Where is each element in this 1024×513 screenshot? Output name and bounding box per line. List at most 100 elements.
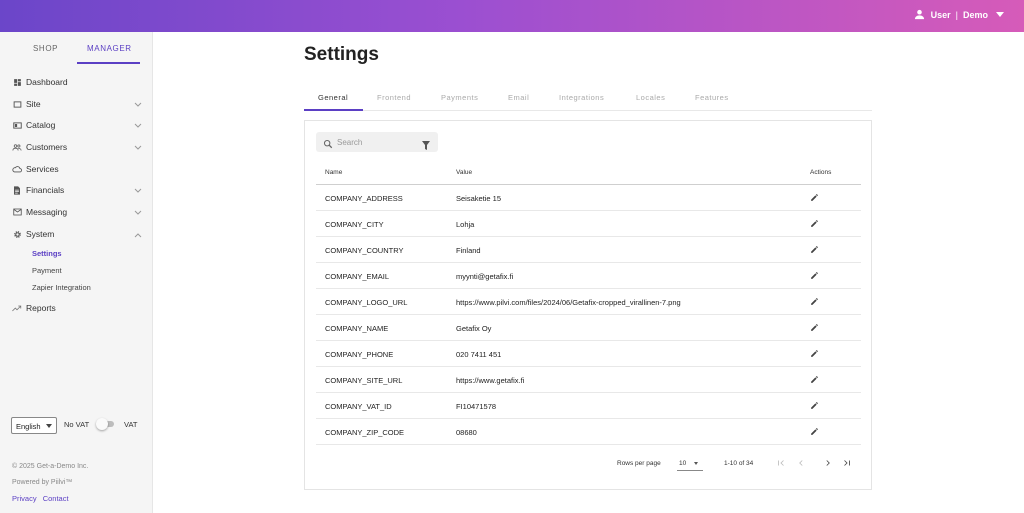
table-row: COMPANY_COUNTRY Finland xyxy=(316,237,861,263)
sidebar-subitem-payment[interactable]: Payment xyxy=(32,266,62,275)
chevron-down-icon xyxy=(134,100,142,110)
table-row: COMPANY_EMAIL myynti@getafix.fi xyxy=(316,263,861,289)
sidebar-item-system[interactable]: System xyxy=(12,227,144,241)
sidebar-tabs: SHOP MANAGER xyxy=(0,32,153,64)
no-vat-label: No VAT xyxy=(64,420,90,429)
column-header-name[interactable]: Name xyxy=(325,169,342,176)
page-title: Settings xyxy=(304,44,379,65)
setting-name: COMPANY_NAME xyxy=(325,324,389,333)
setting-name: COMPANY_PHONE xyxy=(325,350,394,359)
table-row: COMPANY_LOGO_URL https://www.pilvi.com/f… xyxy=(316,289,861,315)
setting-name: COMPANY_ADDRESS xyxy=(325,194,403,203)
tab-locales[interactable]: Locales xyxy=(636,93,665,102)
copyright-text: © 2025 Get-a-Demo Inc. xyxy=(12,463,89,470)
rows-per-page-underline xyxy=(677,470,703,471)
filter-icon[interactable] xyxy=(422,137,430,155)
contact-link[interactable]: Contact xyxy=(43,494,69,503)
setting-value: Getafix Oy xyxy=(456,324,492,333)
setting-name: COMPANY_CITY xyxy=(325,220,384,229)
sidebar-item-dashboard[interactable]: Dashboard xyxy=(12,75,144,89)
setting-value: myynti@getafix.fi xyxy=(456,272,514,281)
rows-per-page-label: Rows per page xyxy=(617,460,661,467)
edit-icon[interactable] xyxy=(810,427,819,438)
settings-table-card: Search Name Value Actions COMPANY_ADDRES… xyxy=(304,120,872,490)
tab-payments[interactable]: Payments xyxy=(441,93,478,102)
last-page-icon[interactable] xyxy=(842,458,852,470)
previous-page-icon[interactable] xyxy=(796,458,806,470)
sidebar-item-site[interactable]: Site xyxy=(12,97,144,111)
edit-icon[interactable] xyxy=(810,375,819,386)
main-content: Settings General Frontend Payments Email… xyxy=(153,32,1024,513)
edit-icon[interactable] xyxy=(810,245,819,256)
edit-icon[interactable] xyxy=(810,271,819,282)
tab-frontend[interactable]: Frontend xyxy=(377,93,411,102)
gear-icon xyxy=(12,229,22,239)
search-input[interactable]: Search xyxy=(316,132,438,152)
edit-icon[interactable] xyxy=(810,401,819,412)
user-label: User xyxy=(930,9,951,20)
first-page-icon[interactable] xyxy=(776,458,786,470)
table-header: Name Value Actions xyxy=(316,162,861,185)
next-page-icon[interactable] xyxy=(823,458,833,470)
setting-value: Seisaketie 15 xyxy=(456,194,502,203)
caret-down-icon xyxy=(694,462,698,465)
pagination-range: 1-10 of 34 xyxy=(724,460,754,467)
setting-name: COMPANY_EMAIL xyxy=(325,272,390,281)
dashboard-icon xyxy=(12,77,22,87)
privacy-link[interactable]: Privacy xyxy=(12,494,37,503)
tab-manager[interactable]: MANAGER xyxy=(87,44,132,53)
sidebar-item-label: Catalog xyxy=(26,120,56,130)
tab-shop[interactable]: SHOP xyxy=(33,44,58,53)
edit-icon[interactable] xyxy=(810,323,819,334)
rows-per-page-select[interactable]: 10 xyxy=(679,460,686,467)
table-row: COMPANY_ADDRESS Seisaketie 15 xyxy=(316,185,861,211)
sidebar-item-label: System xyxy=(26,229,55,239)
tab-integrations[interactable]: Integrations xyxy=(559,93,604,102)
setting-name: COMPANY_SITE_URL xyxy=(325,376,403,385)
sidebar-item-label: Financials xyxy=(26,185,65,195)
document-icon xyxy=(12,185,22,195)
language-select[interactable]: English xyxy=(11,417,57,434)
sidebar-item-services[interactable]: Services xyxy=(12,162,144,176)
sidebar-item-messaging[interactable]: Messaging xyxy=(12,205,144,219)
table-row: COMPANY_ZIP_CODE 08680 xyxy=(316,419,861,445)
active-tab-indicator xyxy=(304,109,363,111)
powered-by-text: Powered by Piilvi™ xyxy=(12,479,73,486)
setting-name: COMPANY_VAT_ID xyxy=(325,402,392,411)
sidebar-subitem-settings[interactable]: Settings xyxy=(32,249,62,258)
user-menu[interactable]: User | Demo xyxy=(914,9,1004,20)
setting-value: Lohja xyxy=(456,220,475,229)
sidebar-item-financials[interactable]: Financials xyxy=(12,183,144,197)
account-icon xyxy=(914,9,925,20)
search-placeholder: Search xyxy=(337,138,363,147)
setting-value: Finland xyxy=(456,246,481,255)
table-row: COMPANY_NAME Getafix Oy xyxy=(316,315,861,341)
trending-up-icon xyxy=(12,303,22,313)
sidebar-item-customers[interactable]: Customers xyxy=(12,140,144,154)
edit-icon[interactable] xyxy=(810,297,819,308)
chevron-up-icon xyxy=(134,230,142,240)
column-header-actions: Actions xyxy=(810,169,832,176)
sidebar-subitem-zapier-integration[interactable]: Zapier Integration xyxy=(32,283,91,292)
edit-icon[interactable] xyxy=(810,219,819,230)
sidebar-item-label: Customers xyxy=(26,142,68,152)
caret-down-icon xyxy=(46,424,52,428)
column-header-value[interactable]: Value xyxy=(456,169,472,176)
tab-features[interactable]: Features xyxy=(695,93,729,102)
vat-toggle[interactable] xyxy=(96,418,116,430)
footer-links: Privacy Contact xyxy=(12,494,73,503)
tab-general[interactable]: General xyxy=(318,93,348,102)
tab-email[interactable]: Email xyxy=(508,93,529,102)
user-name: Demo xyxy=(962,9,988,20)
sidebar-item-catalog[interactable]: Catalog xyxy=(12,118,144,132)
setting-name: COMPANY_LOGO_URL xyxy=(325,298,408,307)
user-separator: | xyxy=(955,9,958,20)
sidebar: SHOP MANAGER Dashboard Site Catalog Cust… xyxy=(0,32,153,513)
edit-icon[interactable] xyxy=(810,349,819,360)
active-tab-indicator xyxy=(77,62,140,64)
setting-name: COMPANY_ZIP_CODE xyxy=(325,428,405,437)
edit-icon[interactable] xyxy=(810,193,819,204)
setting-value: https://www.getafix.fi xyxy=(456,376,525,385)
top-bar: User | Demo xyxy=(0,0,1024,32)
sidebar-item-reports[interactable]: Reports xyxy=(12,301,144,315)
